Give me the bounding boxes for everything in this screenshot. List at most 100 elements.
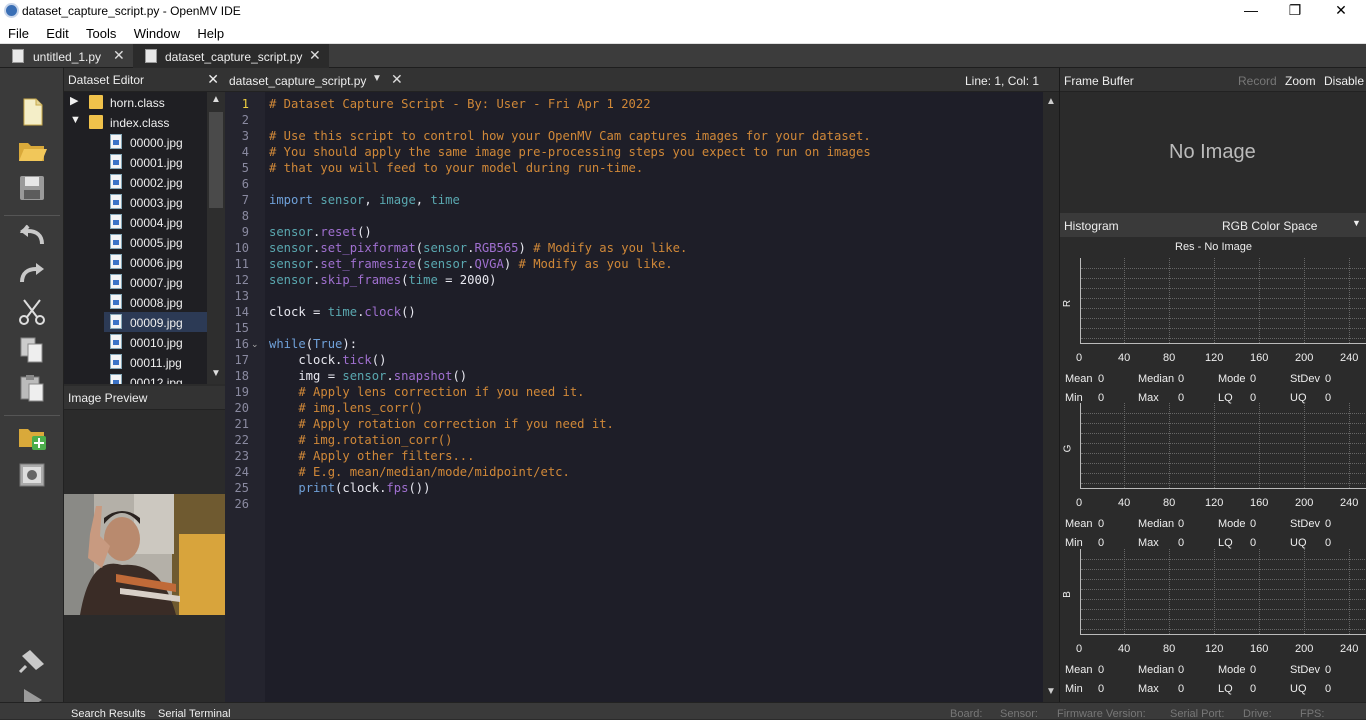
stat-value-median: 0: [1178, 664, 1185, 676]
firmware-label[interactable]: Firmware Version:: [1057, 708, 1146, 720]
dataset-file-item[interactable]: 00009.jpg: [104, 312, 207, 332]
stat-label-stdev: StDev: [1290, 518, 1320, 530]
new-dataset-class-icon[interactable]: [16, 420, 48, 452]
menu-help[interactable]: Help: [189, 22, 224, 41]
editor-scrollbar[interactable]: ▲ ▼: [1043, 92, 1059, 702]
line-number: 4: [241, 145, 249, 159]
fold-arrow-icon[interactable]: ⌄: [251, 339, 259, 350]
close-document-icon[interactable]: ✕: [391, 71, 403, 88]
disable-button[interactable]: Disable: [1324, 74, 1364, 88]
search-results-tab[interactable]: Search Results: [71, 708, 146, 720]
close-tab-icon[interactable]: ✕: [113, 47, 125, 64]
record-button[interactable]: Record: [1238, 74, 1277, 88]
scroll-thumb[interactable]: [209, 112, 223, 208]
code-line[interactable]: while(True):: [269, 337, 357, 351]
zoom-button[interactable]: Zoom: [1285, 74, 1316, 88]
code-line[interactable]: img = sensor.snapshot(): [269, 369, 467, 383]
code-line[interactable]: # img.lens_corr(): [269, 401, 423, 415]
redo-icon[interactable]: [16, 258, 48, 290]
file-label: 00002.jpg: [130, 176, 183, 190]
grid-line: [1214, 549, 1215, 634]
scroll-down-icon[interactable]: ▼: [1046, 686, 1056, 697]
code-line[interactable]: # You should apply the same image pre-pr…: [269, 145, 871, 159]
histogram-header: Histogram RGB Color Space ▼: [1060, 213, 1366, 237]
code-editor[interactable]: dataset_capture_script.py ▼ ✕ Line: 1, C…: [225, 68, 1059, 702]
scroll-up-icon[interactable]: ▲: [211, 94, 221, 105]
code-line[interactable]: # img.rotation_corr(): [269, 433, 452, 447]
connect-icon[interactable]: [16, 646, 48, 678]
maximize-button[interactable]: ❐: [1272, 0, 1318, 22]
image-preview-title: Image Preview: [68, 391, 148, 405]
menu-edit[interactable]: Edit: [38, 22, 68, 41]
dataset-file-item[interactable]: 00006.jpg: [104, 252, 207, 272]
x-tick-label: 80: [1163, 352, 1176, 364]
serial-terminal-tab[interactable]: Serial Terminal: [158, 708, 231, 720]
code-line[interactable]: sensor.reset(): [269, 225, 372, 239]
code-line[interactable]: clock = time.clock(): [269, 305, 416, 319]
dataset-file-item[interactable]: 00011.jpg: [104, 352, 207, 372]
dataset-file-item[interactable]: 00000.jpg: [104, 132, 207, 152]
scroll-down-icon[interactable]: ▼: [211, 368, 221, 379]
tab-dataset-capture-script[interactable]: dataset_capture_script.py ✕: [133, 44, 329, 68]
cut-icon[interactable]: [16, 296, 48, 328]
dataset-file-item[interactable]: 00004.jpg: [104, 212, 207, 232]
scroll-up-icon[interactable]: ▲: [1046, 96, 1056, 107]
code-line[interactable]: # Dataset Capture Script - By: User - Fr…: [269, 97, 651, 111]
image-file-icon: [110, 354, 122, 369]
histogram-plot-g: [1080, 403, 1366, 489]
file-label: 00005.jpg: [130, 236, 183, 250]
save-icon[interactable]: [16, 172, 48, 204]
code-line[interactable]: # E.g. mean/median/mode/midpoint/etc.: [269, 465, 570, 479]
menu-window[interactable]: Window: [126, 22, 180, 41]
line-number: 7: [241, 193, 249, 207]
dataset-file-item[interactable]: 00003.jpg: [104, 192, 207, 212]
paste-icon[interactable]: [16, 372, 48, 404]
toolbar-separator: [4, 415, 60, 416]
dataset-file-item[interactable]: 00001.jpg: [104, 152, 207, 172]
grid-line: [1214, 403, 1215, 488]
code-line[interactable]: # Use this script to control how your Op…: [269, 129, 871, 143]
dataset-file-item[interactable]: 00008.jpg: [104, 292, 207, 312]
x-tick-label: 80: [1163, 497, 1176, 509]
tab-untitled-1[interactable]: untitled_1.py ✕: [0, 44, 132, 68]
undo-icon[interactable]: [16, 220, 48, 252]
dataset-file-item[interactable]: 00012.jpg: [104, 372, 207, 384]
toolbar-separator: [4, 215, 60, 216]
document-name[interactable]: dataset_capture_script.py: [229, 74, 366, 88]
dataset-file-item[interactable]: 00002.jpg: [104, 172, 207, 192]
grid-line: [1349, 549, 1350, 634]
chevron-down-icon[interactable]: ▼: [1352, 218, 1361, 228]
close-tab-icon[interactable]: ✕: [309, 47, 321, 64]
grid-line: [1169, 549, 1170, 634]
code-line[interactable]: # Apply other filters...: [269, 449, 474, 463]
open-folder-icon[interactable]: [16, 134, 48, 166]
dataset-file-item[interactable]: 00010.jpg: [104, 332, 207, 352]
file-label: 00010.jpg: [130, 336, 183, 350]
dataset-file-item[interactable]: 00005.jpg: [104, 232, 207, 252]
code-line[interactable]: sensor.set_pixformat(sensor.RGB565) # Mo…: [269, 241, 687, 255]
document-dropdown-icon[interactable]: ▼: [372, 73, 382, 84]
code-line[interactable]: import sensor, image, time: [269, 193, 460, 207]
code-line[interactable]: sensor.skip_frames(time = 2000): [269, 273, 497, 287]
minimize-button[interactable]: —: [1228, 0, 1274, 22]
line-number: 1: [241, 97, 249, 111]
close-panel-icon[interactable]: ✕: [207, 71, 219, 88]
menu-file[interactable]: File: [0, 22, 29, 41]
new-file-icon[interactable]: [16, 96, 48, 128]
close-button[interactable]: ✕: [1318, 0, 1364, 22]
image-file-icon: [110, 274, 122, 289]
copy-icon[interactable]: [16, 334, 48, 366]
code-line[interactable]: clock.tick(): [269, 353, 386, 367]
code-line[interactable]: # that you will feed to your model durin…: [269, 161, 643, 175]
code-line[interactable]: sensor.set_framesize(sensor.QVGA) # Modi…: [269, 257, 673, 271]
code-line[interactable]: # Apply rotation correction if you need …: [269, 417, 614, 431]
code-line[interactable]: print(clock.fps()): [269, 481, 430, 495]
stat-value-stdev: 0: [1325, 518, 1332, 530]
dataset-scrollbar[interactable]: ▲ ▼: [207, 92, 225, 384]
code-line[interactable]: # Apply lens correction if you need it.: [269, 385, 584, 399]
x-tick-label: 40: [1118, 352, 1131, 364]
color-space-select[interactable]: RGB Color Space: [1222, 219, 1317, 233]
menu-tools[interactable]: Tools: [78, 22, 116, 41]
dataset-file-item[interactable]: 00007.jpg: [104, 272, 207, 292]
capture-image-icon[interactable]: [16, 458, 48, 490]
